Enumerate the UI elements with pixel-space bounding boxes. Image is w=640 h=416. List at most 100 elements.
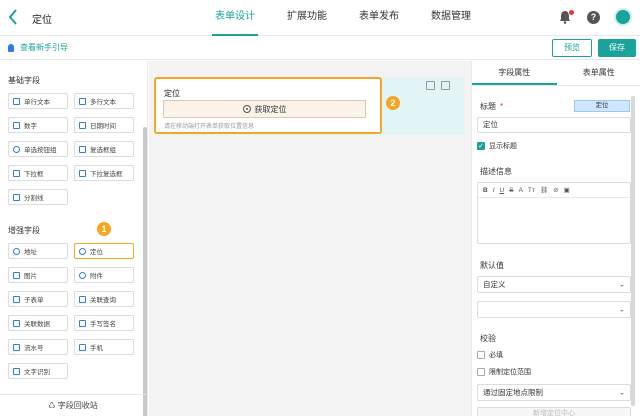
field-hint: 请在移动端打开表单获取位置信息 [164, 124, 255, 130]
image-icon [13, 271, 20, 279]
field-address[interactable]: 地址 [8, 243, 68, 259]
right-scrollbar[interactable] [631, 96, 635, 406]
field-linked-query[interactable]: 关联查询 [74, 291, 134, 307]
get-location-button[interactable]: 获取定位 [163, 100, 366, 118]
field-mobile[interactable]: 手机 [74, 339, 134, 355]
checkbox-checked-icon: ✓ [477, 142, 485, 150]
guide-link[interactable]: 查看新手引导 [8, 42, 68, 53]
field-library-panel: 基础字段 单行文本 多行文本 数字 日期时间 单选按钮组 复选框组 下拉框 下拉… [0, 61, 148, 416]
checkbox-icon [477, 368, 485, 376]
field-datetime[interactable]: 日期时间 [74, 117, 134, 133]
description-editor[interactable]: B I U S A Tт ⛓ ⊘ ▣ [477, 182, 631, 244]
tab-field-properties[interactable]: 字段属性 [472, 61, 557, 85]
field-image[interactable]: 图片 [8, 267, 68, 283]
lightbulb-icon [8, 43, 14, 52]
field-serial-number[interactable]: 流水号 [8, 339, 68, 355]
field-multi-dropdown[interactable]: 下拉复选框 [74, 165, 134, 181]
scan-icon [13, 367, 20, 375]
back-arrow-icon[interactable] [8, 9, 22, 25]
sub-bar: 查看新手引导 预览 保存 [0, 36, 640, 60]
field-divider[interactable]: 分割线 [8, 189, 68, 205]
save-button[interactable]: 保存 [598, 39, 636, 57]
basic-fields-title: 基础字段 [8, 76, 40, 85]
link-icon [13, 319, 20, 327]
copy-icon[interactable] [426, 81, 435, 90]
field-signature[interactable]: 手写签名 [74, 315, 134, 331]
add-location-center-button[interactable]: 新增定位中心 [477, 407, 631, 416]
preview-button[interactable]: 预览 [552, 39, 592, 57]
paragraph-icon [79, 97, 86, 105]
title-label: 标题 * [480, 102, 504, 111]
field-single-line-text[interactable]: 单行文本 [8, 93, 68, 109]
bold-icon[interactable]: B [483, 187, 488, 194]
dropdown-icon [13, 169, 20, 177]
notification-dot [569, 10, 574, 15]
title-tag: 定位 [574, 100, 630, 112]
location-field-card[interactable]: 定位 获取定位 请在移动端打开表单获取位置信息 [154, 77, 382, 134]
field-ocr[interactable]: 文字识别 [8, 363, 68, 379]
attachment-icon [79, 271, 86, 279]
limit-mode-select[interactable]: 通过固定地点限制 ⌄ [477, 384, 631, 401]
field-recycle-bin[interactable]: ♺ 字段回收站 [0, 394, 146, 416]
italic-icon[interactable]: I [493, 187, 495, 194]
default-value-label: 默认值 [480, 261, 504, 270]
unlink-icon[interactable]: ⊘ [553, 186, 558, 194]
field-checkbox-group[interactable]: 复选框组 [74, 141, 134, 157]
recycle-icon: ♺ [48, 401, 58, 410]
location-icon [79, 247, 86, 255]
field-subform[interactable]: 子表单 [8, 291, 68, 307]
query-icon [79, 295, 86, 303]
text-icon [13, 97, 20, 105]
phone-icon [79, 343, 86, 351]
default-value-select[interactable]: 自定义 ⌄ [477, 276, 631, 293]
bell-icon[interactable] [559, 10, 574, 24]
field-dropdown[interactable]: 下拉框 [8, 165, 68, 181]
help-icon[interactable]: ? [587, 10, 600, 24]
editor-toolbar: B I U S A Tт ⛓ ⊘ ▣ [478, 183, 630, 198]
underline-icon[interactable]: U [500, 187, 505, 194]
required-checkbox[interactable]: 必填 [477, 350, 503, 360]
field-number[interactable]: 数字 [8, 117, 68, 133]
avatar[interactable] [614, 8, 632, 26]
required-mark: * [500, 102, 504, 111]
properties-tabs: 字段属性 表单属性 [472, 61, 640, 86]
tab-form-properties[interactable]: 表单属性 [557, 61, 640, 85]
calendar-icon [79, 121, 86, 129]
radio-icon [13, 145, 20, 153]
step-badge-2: 2 [386, 96, 400, 110]
serial-icon [13, 343, 20, 351]
field-label: 定位 [164, 89, 180, 98]
field-multi-line-text[interactable]: 多行文本 [74, 93, 134, 109]
guide-label: 查看新手引导 [20, 43, 68, 52]
tab-data-management[interactable]: 数据管理 [428, 0, 474, 36]
show-title-checkbox[interactable]: ✓ 显示标题 [477, 141, 517, 151]
font-size-icon[interactable]: Tт [528, 187, 535, 194]
left-scrollbar[interactable] [143, 127, 147, 416]
tab-form-design[interactable]: 表单设计 [212, 0, 258, 36]
crosshair-icon [242, 105, 251, 113]
multi-dropdown-icon [79, 169, 86, 177]
checkbox-icon [477, 351, 485, 359]
strikethrough-icon[interactable]: S [509, 187, 513, 194]
checkbox-icon [79, 145, 86, 153]
field-location[interactable]: 定位 [74, 243, 134, 259]
field-attachment[interactable]: 附件 [74, 267, 134, 283]
pen-icon [79, 319, 86, 327]
title-input[interactable]: 定位 [477, 117, 631, 133]
tab-extensions[interactable]: 扩展功能 [284, 0, 330, 36]
validation-label: 校验 [480, 334, 496, 343]
limit-range-checkbox[interactable]: 限制定位范围 [477, 367, 531, 377]
field-linked-data[interactable]: 关联数据 [8, 315, 68, 331]
field-radio-group[interactable]: 单选按钮组 [8, 141, 68, 157]
link-icon[interactable]: ⛓ [540, 186, 548, 194]
trash-icon[interactable] [441, 81, 450, 90]
card-actions [426, 81, 450, 90]
enhanced-fields-title: 增强字段 [8, 226, 40, 235]
tab-publish[interactable]: 表单发布 [356, 0, 402, 36]
font-color-icon[interactable]: A [519, 187, 523, 194]
main-tabs: 表单设计 扩展功能 表单发布 数据管理 [212, 0, 500, 36]
chevron-down-icon: ⌄ [619, 389, 625, 396]
default-value-sub-select[interactable]: ⌄ [477, 301, 631, 318]
top-bar: 定位 表单设计 扩展功能 表单发布 数据管理 ? [0, 0, 640, 36]
image-icon[interactable]: ▣ [564, 186, 570, 194]
